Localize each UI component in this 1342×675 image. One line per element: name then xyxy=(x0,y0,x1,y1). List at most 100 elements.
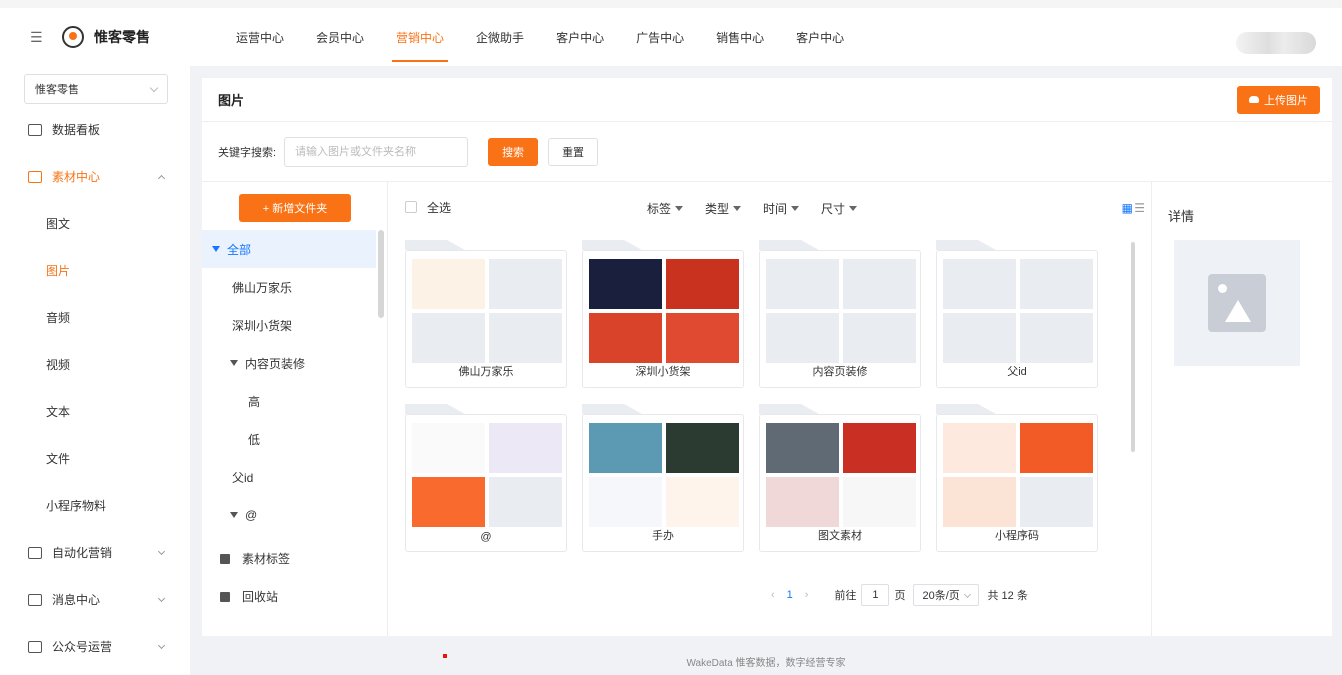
sidebar-item-messages[interactable]: 消息中心 xyxy=(0,576,190,623)
reset-button[interactable]: 重置 xyxy=(548,137,599,166)
caret-down-icon xyxy=(791,206,800,211)
sidebar-item-automation[interactable]: 自动化营销 xyxy=(0,529,190,576)
nav-item-sales[interactable]: 销售中心 xyxy=(700,8,780,66)
folder-icon xyxy=(28,170,42,183)
detail-title: 详情 xyxy=(1168,209,1195,224)
caret-down-icon xyxy=(733,206,742,211)
folder-tab xyxy=(759,404,819,414)
folder-thumbs xyxy=(589,259,739,363)
tree-node[interactable]: 高 xyxy=(202,382,376,420)
brand-name: 惟客零售 xyxy=(94,29,150,45)
folder-card[interactable]: 内容页装修 xyxy=(759,240,921,388)
thumbnail xyxy=(843,423,916,473)
thumbnail xyxy=(943,259,1016,309)
material-tags-link[interactable]: 素材标签 xyxy=(220,550,290,567)
sidebar-item-official-account[interactable]: 公众号运营 xyxy=(0,623,190,670)
sidebar-item-material-center[interactable]: 素材中心 xyxy=(0,153,190,200)
tree-node[interactable]: 低 xyxy=(202,420,376,458)
page-size-select[interactable]: 20条/页 xyxy=(913,584,980,606)
folder-card[interactable]: 小程序码 xyxy=(936,404,1098,552)
chevron-down-icon xyxy=(157,641,166,650)
nav-item-ads[interactable]: 广告中心 xyxy=(620,8,700,66)
folder-tab xyxy=(405,404,465,414)
grid-view-icon[interactable]: ▦ xyxy=(1122,201,1133,215)
folder-thumbs xyxy=(766,259,916,363)
logo-area: ☰ 惟客零售 xyxy=(0,8,190,66)
folder-card[interactable]: 父id xyxy=(936,240,1098,388)
filter-time[interactable]: 时间 xyxy=(763,200,800,217)
sidebar-sub-audio[interactable]: 音频 xyxy=(0,294,190,341)
search-input[interactable] xyxy=(284,136,469,167)
thumbnail xyxy=(766,313,839,363)
chart-icon xyxy=(28,123,42,136)
thumbnail xyxy=(412,259,485,309)
folder-card[interactable]: @ xyxy=(405,404,567,552)
folder-tab xyxy=(936,240,996,250)
thumbnail xyxy=(489,313,562,363)
thumbnail xyxy=(412,477,485,527)
nav-item-customers[interactable]: 客户中心 xyxy=(540,8,620,66)
chevron-down-icon xyxy=(157,594,166,603)
thumbnail xyxy=(589,313,662,363)
tree-node[interactable]: 内容页装修 xyxy=(202,344,376,382)
list-view-icon[interactable]: ☰ xyxy=(1134,201,1145,215)
sidebar-sub-graphic[interactable]: 图文 xyxy=(0,200,190,247)
thumbnail xyxy=(666,423,739,473)
tree-node[interactable]: 佛山万家乐 xyxy=(202,268,376,306)
trash-icon xyxy=(220,591,230,602)
menu-fold-icon[interactable]: ☰ xyxy=(30,29,50,46)
sidebar-item-label: 自动化营销 xyxy=(52,546,113,560)
page-number[interactable]: 1 xyxy=(787,589,793,601)
tree-node[interactable]: 深圳小货架 xyxy=(202,306,376,344)
nav-item-members[interactable]: 会员中心 xyxy=(300,8,380,66)
sidebar-item-dashboard[interactable]: 数据看板 xyxy=(0,106,190,153)
tree-scrollbar[interactable] xyxy=(378,230,384,318)
nav-item-marketing[interactable]: 营销中心 xyxy=(380,8,460,66)
thumbnail xyxy=(1020,477,1093,527)
thumbnail xyxy=(589,477,662,527)
select-all-checkbox[interactable] xyxy=(405,201,417,213)
nav-item-wecom[interactable]: 企微助手 xyxy=(460,8,540,66)
filter-tag[interactable]: 标签 xyxy=(647,200,684,217)
sidebar-sub-miniprogram[interactable]: 小程序物料 xyxy=(0,482,190,529)
user-avatar[interactable] xyxy=(1236,32,1316,54)
search-button[interactable]: 搜索 xyxy=(488,137,539,166)
folder-name: 佛山万家乐 xyxy=(458,366,514,378)
nav-item-customers-2[interactable]: 客户中心 xyxy=(780,8,860,66)
thumbnail xyxy=(589,259,662,309)
thumbnail xyxy=(843,259,916,309)
total-count: 共 12 条 xyxy=(987,590,1028,602)
sidebar-sub-video[interactable]: 视频 xyxy=(0,341,190,388)
chevron-right-icon[interactable]: › xyxy=(805,589,809,601)
tree-node[interactable]: 父id xyxy=(202,458,376,496)
folder-card[interactable]: 图文素材 xyxy=(759,404,921,552)
upload-image-button[interactable]: 上传图片 xyxy=(1237,85,1320,114)
caret-down-icon xyxy=(230,512,238,518)
detail-placeholder xyxy=(1174,240,1300,366)
folder-body: 父id xyxy=(936,250,1098,388)
folder-card[interactable]: 深圳小货架 xyxy=(582,240,744,388)
nav-item-operations[interactable]: 运营中心 xyxy=(220,8,300,66)
sidebar-sub-images[interactable]: 图片 xyxy=(0,247,190,294)
search-label: 关键字搜索: xyxy=(218,146,277,159)
top-navbar: ☰ 惟客零售 运营中心 会员中心 营销中心 企微助手 客户中心 广告中心 销售中… xyxy=(0,0,1342,66)
thumbnail xyxy=(412,423,485,473)
grid-scrollbar[interactable] xyxy=(1131,242,1135,452)
chevron-left-icon[interactable]: ‹ xyxy=(771,589,775,601)
filter-type[interactable]: 类型 xyxy=(705,200,742,217)
main-card: 图片 上传图片 关键字搜索: 搜索 重置 + 新增文件夹 全部 佛山万家乐 深圳… xyxy=(202,78,1332,636)
folder-card[interactable]: 佛山万家乐 xyxy=(405,240,567,388)
tree-node[interactable]: @ xyxy=(202,496,376,534)
sidebar-sub-files[interactable]: 文件 xyxy=(0,435,190,482)
store-select[interactable]: 惟客零售 xyxy=(24,74,168,104)
cloud-upload-icon xyxy=(1249,96,1259,103)
tree-node-all[interactable]: 全部 xyxy=(202,230,376,268)
goto-input[interactable]: 1 xyxy=(861,584,890,606)
folder-thumbs xyxy=(943,423,1093,527)
recycle-bin-link[interactable]: 回收站 xyxy=(220,588,278,605)
folder-card[interactable]: 手办 xyxy=(582,404,744,552)
select-all-label: 全选 xyxy=(427,200,452,215)
new-folder-button[interactable]: + 新增文件夹 xyxy=(239,194,351,222)
filter-size[interactable]: 尺寸 xyxy=(821,200,858,217)
sidebar-sub-text[interactable]: 文本 xyxy=(0,388,190,435)
